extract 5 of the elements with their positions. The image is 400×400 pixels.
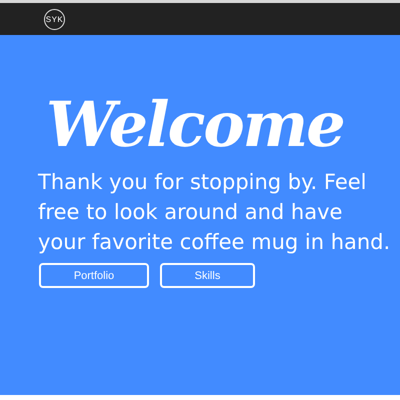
logo-link[interactable]: SYK (44, 8, 65, 30)
nav-button[interactable]: Portfolio (39, 263, 149, 288)
nav-button[interactable]: Skills (160, 263, 255, 288)
welcome-heading: Welcome (46, 89, 345, 161)
intro-text: Thank you for stopping by. Feel free to look around and have your favorite coffee mug in hand. (38, 169, 392, 256)
